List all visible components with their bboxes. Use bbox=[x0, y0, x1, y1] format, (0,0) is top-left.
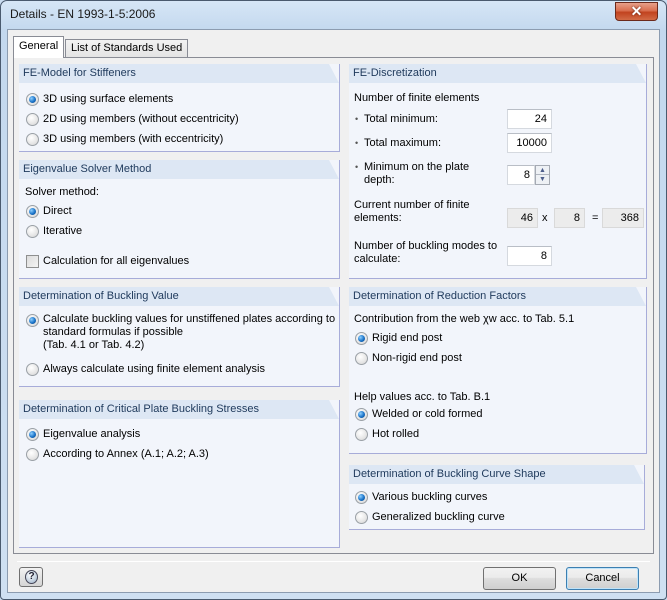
dialog-client: General List of Standards Used FE-Model … bbox=[7, 29, 660, 593]
checkbox-all-eigenvalues[interactable] bbox=[26, 255, 39, 268]
radio-label: 3D using surface elements bbox=[43, 93, 174, 105]
buckling-value-group: Determination of Buckling Value Calculat… bbox=[19, 287, 340, 387]
total-min-input[interactable]: 24 bbox=[507, 109, 552, 129]
radio-label: Generalized buckling curve bbox=[372, 511, 505, 523]
current-elements-total: 368 bbox=[602, 208, 644, 228]
bullet-icon: • bbox=[355, 114, 359, 124]
radio-label: Iterative bbox=[43, 225, 83, 237]
total-max-input[interactable]: 10000 bbox=[507, 133, 552, 153]
help-button[interactable]: ? bbox=[19, 567, 43, 587]
spin-down-icon[interactable]: ▼ bbox=[536, 175, 549, 184]
group-title: Determination of Buckling Curve Shape bbox=[349, 465, 644, 484]
radio-3d-surface[interactable] bbox=[26, 93, 39, 106]
help-values-label: Help values acc. to Tab. B.1 bbox=[354, 391, 491, 403]
radio-label: Always calculate using finite element an… bbox=[43, 363, 265, 375]
radio-hot-rolled[interactable] bbox=[355, 428, 368, 441]
total-max-label: Total maximum: bbox=[364, 137, 442, 149]
help-icon: ? bbox=[25, 570, 38, 584]
close-icon: ✕ bbox=[630, 3, 643, 19]
radio-label: Calculate buckling values for unstiffene… bbox=[43, 313, 336, 325]
min-depth-spinner[interactable]: ▲ ▼ bbox=[535, 165, 550, 185]
title-bar: Details - EN 1993-1-5:2006 ✕ bbox=[1, 1, 666, 27]
curve-shape-group: Determination of Buckling Curve Shape Va… bbox=[349, 465, 645, 530]
total-min-label: Total minimum: bbox=[364, 113, 438, 125]
radio-label: Direct bbox=[43, 205, 72, 217]
radio-2d-members[interactable] bbox=[26, 113, 39, 126]
radio-rigid-end-post[interactable] bbox=[355, 332, 368, 345]
contribution-label: Contribution from the web χw acc. to Tab… bbox=[354, 313, 575, 325]
current-elements-label: Current number of finite bbox=[354, 199, 470, 211]
solver-method-label: Solver method: bbox=[25, 186, 99, 198]
buckling-modes-label-cont: calculate: bbox=[354, 253, 401, 265]
num-elements-label: Number of finite elements bbox=[354, 92, 480, 104]
fe-discretization-group: FE-Discretization Number of finite eleme… bbox=[349, 64, 647, 279]
cancel-button[interactable]: Cancel bbox=[566, 567, 639, 590]
radio-label: Non-rigid end post bbox=[372, 352, 462, 364]
radio-label: Eigenvalue analysis bbox=[43, 428, 141, 440]
tab-general[interactable]: General bbox=[13, 36, 65, 58]
bullet-icon: • bbox=[355, 162, 359, 172]
radio-label-cont: (Tab. 4.1 or Tab. 4.2) bbox=[43, 339, 145, 351]
current-elements-b: 8 bbox=[554, 208, 585, 228]
group-title: Determination of Reduction Factors bbox=[349, 287, 646, 306]
radio-generalized-curve[interactable] bbox=[355, 511, 368, 524]
window-title: Details - EN 1993-1-5:2006 bbox=[10, 7, 156, 21]
group-title: Determination of Critical Plate Buckling… bbox=[19, 400, 339, 419]
radio-label-cont: standard formulas if possible bbox=[43, 326, 184, 338]
min-depth-input[interactable]: 8 bbox=[507, 165, 535, 185]
general-tab-panel: FE-Model for Stiffeners 3D using surface… bbox=[13, 57, 654, 554]
radio-eigenvalue-analysis[interactable] bbox=[26, 428, 39, 441]
min-depth-label: Minimum on the plate bbox=[364, 161, 470, 173]
radio-label: Welded or cold formed bbox=[372, 408, 483, 420]
close-button[interactable]: ✕ bbox=[615, 2, 658, 21]
radio-annex[interactable] bbox=[26, 448, 39, 461]
group-title: Determination of Buckling Value bbox=[19, 287, 339, 306]
radio-label: 2D using members (without eccentricity) bbox=[43, 113, 239, 125]
radio-welded[interactable] bbox=[355, 408, 368, 421]
ok-button[interactable]: OK bbox=[483, 567, 556, 590]
radio-always-fea[interactable] bbox=[26, 363, 39, 376]
radio-label: 3D using members (with eccentricity) bbox=[43, 133, 224, 145]
radio-iterative[interactable] bbox=[26, 225, 39, 238]
radio-direct[interactable] bbox=[26, 205, 39, 218]
footer-divider bbox=[17, 561, 650, 562]
times-sign: x bbox=[542, 212, 548, 224]
tab-list-of-standards[interactable]: List of Standards Used bbox=[65, 39, 189, 58]
buckling-modes-input[interactable]: 8 bbox=[507, 246, 552, 266]
group-title: Eigenvalue Solver Method bbox=[19, 160, 339, 179]
radio-various-curves[interactable] bbox=[355, 491, 368, 504]
current-elements-label-cont: elements: bbox=[354, 212, 402, 224]
radio-3d-members[interactable] bbox=[26, 133, 39, 146]
radio-label: Rigid end post bbox=[372, 332, 443, 344]
radio-label: Hot rolled bbox=[372, 428, 420, 440]
group-title: FE-Discretization bbox=[349, 64, 646, 83]
radio-label: According to Annex (A.1; A.2; A.3) bbox=[43, 448, 209, 460]
details-dialog: Details - EN 1993-1-5:2006 ✕ General Lis… bbox=[0, 0, 667, 600]
spin-up-icon[interactable]: ▲ bbox=[536, 166, 549, 175]
fe-model-group: FE-Model for Stiffeners 3D using surface… bbox=[19, 64, 340, 152]
reduction-factors-group: Determination of Reduction Factors Contr… bbox=[349, 287, 647, 454]
checkbox-label: Calculation for all eigenvalues bbox=[43, 255, 190, 267]
eigenvalue-solver-group: Eigenvalue Solver Method Solver method: … bbox=[19, 160, 340, 279]
radio-standard-formulas[interactable] bbox=[26, 314, 39, 327]
buckling-modes-label: Number of buckling modes to bbox=[354, 240, 498, 252]
group-title: FE-Model for Stiffeners bbox=[19, 64, 339, 83]
equals-sign: = bbox=[592, 212, 599, 224]
min-depth-label-cont: depth: bbox=[364, 174, 395, 186]
bullet-icon: • bbox=[355, 138, 359, 148]
critical-stress-group: Determination of Critical Plate Buckling… bbox=[19, 400, 340, 548]
current-elements-a: 46 bbox=[507, 208, 538, 228]
radio-label: Various buckling curves bbox=[372, 491, 488, 503]
radio-non-rigid-end-post[interactable] bbox=[355, 352, 368, 365]
